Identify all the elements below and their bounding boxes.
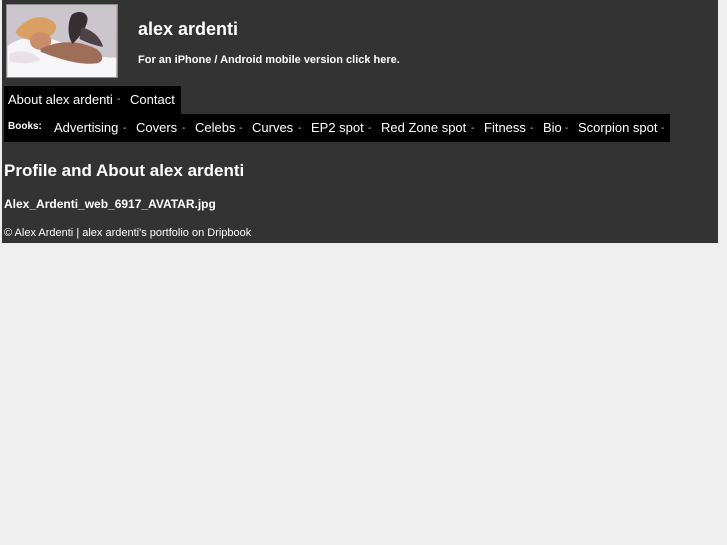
book-link-curves[interactable]: Curves [252,121,293,135]
footer-separator: | [76,227,80,239]
profile-photo[interactable] [6,4,118,78]
book-separator: - [298,123,302,134]
nav-contact-link[interactable]: Contact [130,86,175,114]
book-link-fitness[interactable]: Fitness [484,121,526,135]
book-separator: - [368,123,372,134]
book-link-advertising[interactable]: Advertising [54,121,118,135]
book-link-covers[interactable]: Covers [136,121,177,135]
books-navigation: Books: Advertising - Covers - Celebs - C… [4,114,670,142]
book-separator: - [239,123,243,134]
main-navigation: About alex ardenti - Contact [4,86,181,114]
mobile-version-text: For an iPhone / Android mobile version [138,54,343,66]
dripbook-portfolio-link[interactable]: alex ardenti's portfolio on Dripbook [82,227,251,239]
image-filename: Alex_Ardenti_web_6917_AVATAR.jpg [4,197,216,211]
profile-photo-graphic [7,5,117,77]
book-link-ep2-spot[interactable]: EP2 spot [311,121,364,135]
site-title: alex ardenti [138,19,239,39]
profile-heading: Profile and About alex ardenti [4,161,245,180]
nav-about-link[interactable]: About alex ardenti [8,86,113,114]
footer: © Alex Ardenti | alex ardenti's portfoli… [4,227,251,240]
book-link-bio[interactable]: Bio [543,121,562,135]
book-link-scorpion-spot[interactable]: Scorpion spot [578,121,658,135]
book-link-red-zone-spot[interactable]: Red Zone spot [381,121,466,135]
book-separator: - [565,123,569,134]
nav-separator: - [117,94,121,105]
book-separator: - [182,123,186,134]
book-separator: - [530,123,534,134]
copyright-text: © Alex Ardenti [4,227,74,239]
mobile-version-message: For an iPhone / Android mobile version c… [138,53,400,67]
book-link-celebs[interactable]: Celebs [195,121,235,135]
mobile-version-link[interactable]: click here. [346,54,400,66]
book-separator: - [661,123,665,134]
books-label: Books: [8,121,42,132]
portfolio-panel: alex ardenti For an iPhone / Android mob… [2,0,718,243]
book-separator: - [471,123,475,134]
book-separator: - [123,123,127,134]
